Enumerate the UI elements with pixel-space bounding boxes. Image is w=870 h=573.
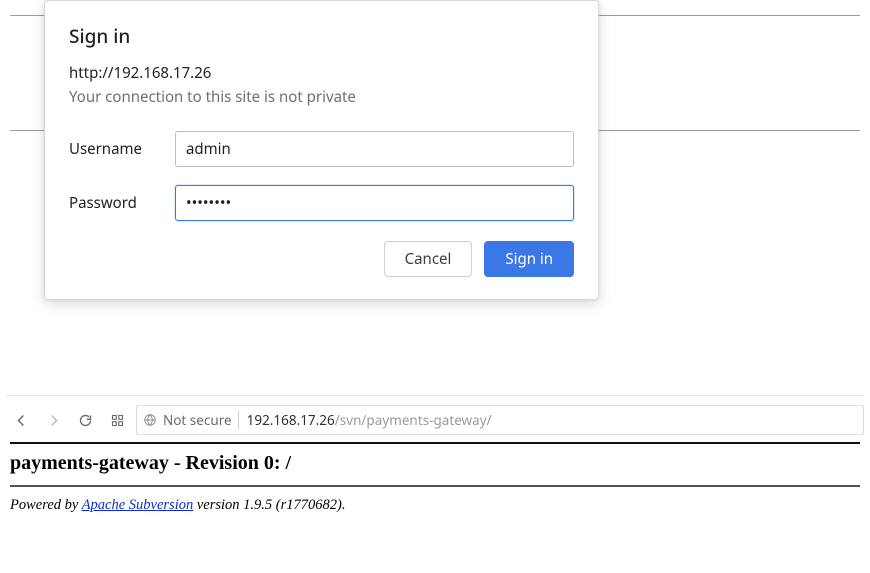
signin-button[interactable]: Sign in [484, 241, 574, 277]
omnibox-separator [238, 411, 239, 429]
dialog-warning: Your connection to this site is not priv… [69, 87, 574, 107]
dialog-buttons: Cancel Sign in [69, 241, 574, 277]
browser-toolbar: Not secure 192.168.17.26/svn/payments-ga… [6, 395, 864, 438]
url-path: /svn/payments-gateway/ [335, 411, 492, 429]
address-bar[interactable]: Not secure 192.168.17.26/svn/payments-ga… [136, 405, 864, 435]
http-auth-dialog: Sign in http://192.168.17.26 Your connec… [44, 0, 599, 300]
back-icon[interactable] [12, 411, 30, 429]
dialog-title: Sign in [69, 23, 574, 49]
password-label: Password [69, 193, 175, 213]
repo-footer: Powered by Apache Subversion version 1.9… [10, 497, 860, 514]
footer-suffix: version 1.9.5 (r1770682). [193, 497, 345, 513]
password-input[interactable] [175, 185, 574, 221]
security-label: Not secure [163, 411, 232, 429]
apache-subversion-link[interactable]: Apache Subversion [82, 497, 194, 513]
url-host: 192.168.17.26 [247, 411, 335, 429]
cancel-button[interactable]: Cancel [384, 241, 473, 277]
globe-icon [143, 413, 157, 427]
username-label: Username [69, 139, 175, 159]
dialog-origin: http://192.168.17.26 [69, 63, 574, 83]
apps-grid-icon[interactable] [108, 411, 126, 429]
footer-prefix: Powered by [10, 497, 82, 513]
forward-icon[interactable] [44, 411, 62, 429]
nav-icons [6, 411, 136, 429]
reload-icon[interactable] [76, 411, 94, 429]
repo-heading: payments-gateway - Revision 0: / [10, 452, 860, 475]
horizontal-rule [10, 485, 860, 487]
horizontal-rule [10, 442, 860, 444]
username-input[interactable] [175, 131, 574, 167]
password-row: Password [69, 185, 574, 221]
username-row: Username [69, 131, 574, 167]
repo-page: payments-gateway - Revision 0: / Powered… [10, 442, 860, 514]
